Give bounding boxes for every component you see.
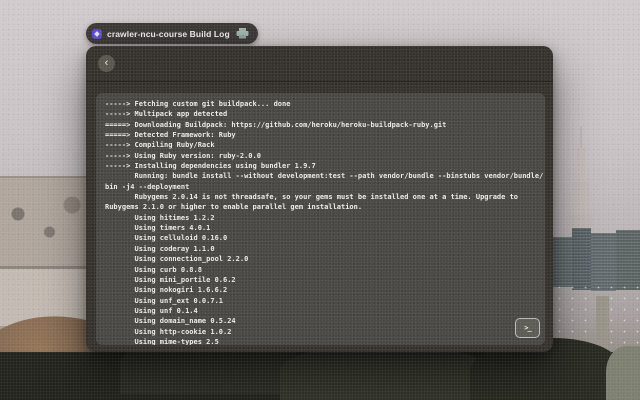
building-mid — [574, 182, 589, 215]
background-graffiti-wall — [0, 176, 90, 268]
log-line: Using domain_name 0.5.24 — [105, 316, 545, 326]
log-line: -----> Compiling Ruby/Rack — [105, 140, 545, 150]
log-line: Using connection_pool 2.2.0 — [105, 254, 545, 264]
log-line: -----> Using Ruby version: ruby-2.0.0 — [105, 151, 545, 161]
log-line: -----> Installing dependencies using bun… — [105, 161, 545, 171]
chevron-left-icon: ‹ — [105, 58, 109, 69]
log-line: Using http-cookie 1.0.2 — [105, 327, 545, 337]
log-line: Rubygems 2.0.14 is not threadsafe, so yo… — [105, 192, 545, 202]
log-line: Using curb 0.8.8 — [105, 265, 545, 275]
printer-icon-glyph — [236, 28, 249, 39]
window-header: ‹ — [86, 46, 553, 82]
building-upper — [577, 148, 586, 182]
log-line: Using unf 0.1.4 — [105, 306, 545, 316]
log-line: Using coderay 1.1.0 — [105, 244, 545, 254]
log-line: -----> Multipack app detected — [105, 109, 545, 119]
terminal-prompt-icon: >_ — [524, 324, 530, 332]
printer-icon[interactable] — [235, 27, 251, 41]
log-panel[interactable]: -----> Fetching custom git buildpack... … — [96, 93, 545, 345]
log-line: =====> Downloading Buildpack: https://gi… — [105, 120, 545, 130]
background-empire-state-building — [567, 126, 595, 238]
log-line: Rubygems 2.1.0 or higher to enable paral… — [105, 202, 545, 212]
build-log-output: -----> Fetching custom git buildpack... … — [96, 93, 545, 345]
log-line: -----> Fetching custom git buildpack... … — [105, 99, 545, 109]
terminal-button[interactable]: >_ — [515, 318, 540, 338]
log-line: Using unf_ext 0.0.7.1 — [105, 296, 545, 306]
building-spire — [580, 126, 582, 148]
window-title-pill: crawler-ncu-course Build Log — [86, 23, 258, 44]
log-line: Using nokogiri 1.6.6.2 — [105, 285, 545, 295]
log-line: =====> Detected Framework: Ruby — [105, 130, 545, 140]
log-line: Using mini_portile 0.6.2 — [105, 275, 545, 285]
log-line: Running: bundle install --without develo… — [105, 171, 545, 181]
build-log-window: ‹ -----> Fetching custom git buildpack..… — [86, 46, 553, 352]
background-building — [572, 228, 591, 290]
window-title: crawler-ncu-course Build Log — [107, 29, 230, 39]
background-building — [616, 230, 640, 290]
log-line: bin -j4 --deployment — [105, 182, 545, 192]
back-button[interactable]: ‹ — [98, 55, 115, 72]
app-icon — [92, 29, 102, 39]
app-icon-glyph — [94, 31, 100, 37]
log-line: Using hitimes 1.2.2 — [105, 213, 545, 223]
log-line: Using timers 4.0.1 — [105, 223, 545, 233]
log-line: Using celluloid 0.16.0 — [105, 233, 545, 243]
log-line: Using mime-types 2.5 — [105, 337, 545, 345]
background-rock-light — [606, 346, 640, 400]
